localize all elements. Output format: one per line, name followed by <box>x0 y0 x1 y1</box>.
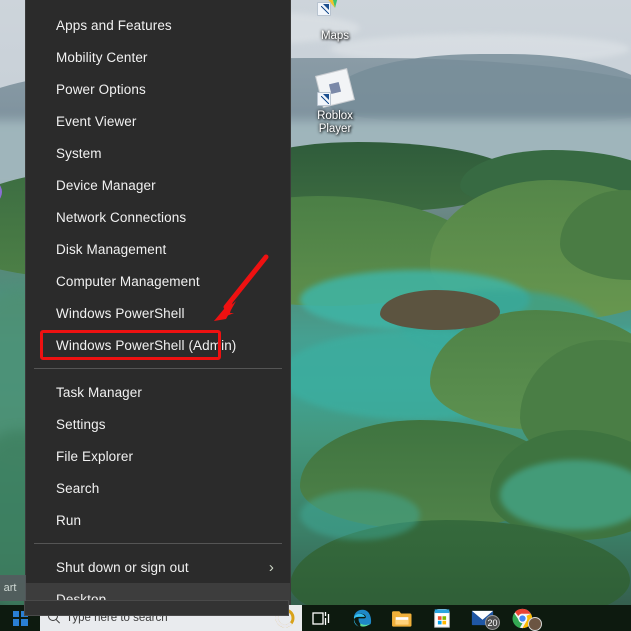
menu-item-power-options[interactable]: Power Options <box>26 73 290 105</box>
shortcut-icon <box>0 2 6 42</box>
maps-icon <box>313 0 357 28</box>
menu-item-disk-management[interactable]: Disk Management <box>26 233 290 265</box>
menu-item-apps-and-features[interactable]: Apps and Features <box>26 9 290 41</box>
desktop-icon-partial-win[interactable]: Win <box>0 2 22 57</box>
menu-item-label: Settings <box>56 416 106 432</box>
desktop-icon-partial-pro[interactable]: Pro <box>0 178 22 233</box>
menu-item-label: Mobility Center <box>56 49 148 65</box>
menu-item-windows-powershell-admin[interactable]: Windows PowerShell (Admin) <box>26 329 290 361</box>
desktop-icon-label: N <box>0 510 22 523</box>
file-explorer-icon <box>392 610 412 627</box>
desktop-icon-partial-f[interactable]: F <box>0 378 22 433</box>
menu-item-label: Apps and Features <box>56 17 172 33</box>
menu-item-network-connections[interactable]: Network Connections <box>26 201 290 233</box>
desktop-icon-label: Pro <box>0 220 22 233</box>
menu-item-event-viewer[interactable]: Event Viewer <box>26 105 290 137</box>
edge-button[interactable] <box>342 605 382 631</box>
menu-item-label: Task Manager <box>56 384 142 400</box>
menu-item-run[interactable]: Run <box>26 504 290 536</box>
menu-item-device-manager[interactable]: Device Manager <box>26 169 290 201</box>
mail-button[interactable]: 20 <box>462 605 502 631</box>
desktop-icon-maps[interactable]: Maps <box>297 0 373 43</box>
menu-item-shut-down-or-sign-out[interactable]: Shut down or sign out › <box>26 551 290 583</box>
menu-item-label: Event Viewer <box>56 113 137 129</box>
menu-item-settings[interactable]: Settings <box>26 408 290 440</box>
roblox-icon <box>313 66 357 109</box>
menu-separator <box>34 543 282 544</box>
microsoft-store-button[interactable] <box>422 605 462 631</box>
desktop-icon-label: Maps <box>320 30 350 42</box>
task-view-button[interactable] <box>302 605 342 631</box>
desktop-icon-label: Lea <box>0 120 22 133</box>
menu-item-task-manager[interactable]: Task Manager <box>26 376 290 408</box>
task-view-icon <box>312 611 330 625</box>
shortcut-icon <box>0 178 6 218</box>
power-user-menu[interactable]: Apps and Features Mobility Center Power … <box>26 0 290 615</box>
chrome-button[interactable] <box>502 605 542 631</box>
desktop-icon-label: F <box>0 420 22 433</box>
menu-item-label: Network Connections <box>56 209 187 225</box>
menu-item-label: File Explorer <box>56 448 134 464</box>
taskbar-overlay-strip <box>24 600 289 616</box>
edge-icon <box>353 609 371 627</box>
menu-item-label: Computer Management <box>56 273 200 289</box>
menu-item-label: Device Manager <box>56 177 156 193</box>
desktop-icon-label-line2: Player <box>318 123 352 135</box>
desktop-icon-label-line2: thi <box>0 133 22 146</box>
desktop-icon-partial-n[interactable]: N <box>0 468 22 523</box>
menu-item-label: Windows PowerShell (Admin) <box>56 337 237 353</box>
menu-item-label: Windows PowerShell <box>56 305 185 321</box>
desktop-icon-label: Win <box>0 44 22 57</box>
menu-item-label: Disk Management <box>56 241 167 257</box>
menu-item-label: Power Options <box>56 81 146 97</box>
desktop-icon-partial-blue[interactable]: blue <box>0 296 22 309</box>
menu-item-label: System <box>56 145 102 161</box>
file-explorer-button[interactable] <box>382 605 422 631</box>
screen: Win Lea thi Pro blue F N <box>0 0 631 631</box>
menu-item-windows-powershell[interactable]: Windows PowerShell <box>26 297 290 329</box>
menu-item-search[interactable]: Search <box>26 472 290 504</box>
desktop-icon-partial-lea[interactable]: Lea thi <box>0 120 22 146</box>
menu-item-computer-management[interactable]: Computer Management <box>26 265 290 297</box>
chevron-right-icon: › <box>268 558 274 576</box>
start-tooltip: art <box>0 575 26 601</box>
chrome-profile-avatar[interactable] <box>528 617 542 631</box>
shortcut-icon <box>0 468 6 508</box>
menu-item-label: Shut down or sign out <box>56 559 189 575</box>
menu-separator <box>34 368 282 369</box>
menu-item-label: Run <box>56 512 82 528</box>
menu-item-mobility-center[interactable]: Mobility Center <box>26 41 290 73</box>
mail-badge: 20 <box>485 615 500 630</box>
desktop-icon-roblox[interactable]: Roblox Player <box>297 66 373 136</box>
desktop-icon-label: blue <box>0 296 22 309</box>
shortcut-icon <box>0 378 6 418</box>
menu-item-label: Search <box>56 480 100 496</box>
microsoft-store-icon <box>434 608 450 628</box>
menu-item-system[interactable]: System <box>26 137 290 169</box>
menu-item-file-explorer[interactable]: File Explorer <box>26 440 290 472</box>
